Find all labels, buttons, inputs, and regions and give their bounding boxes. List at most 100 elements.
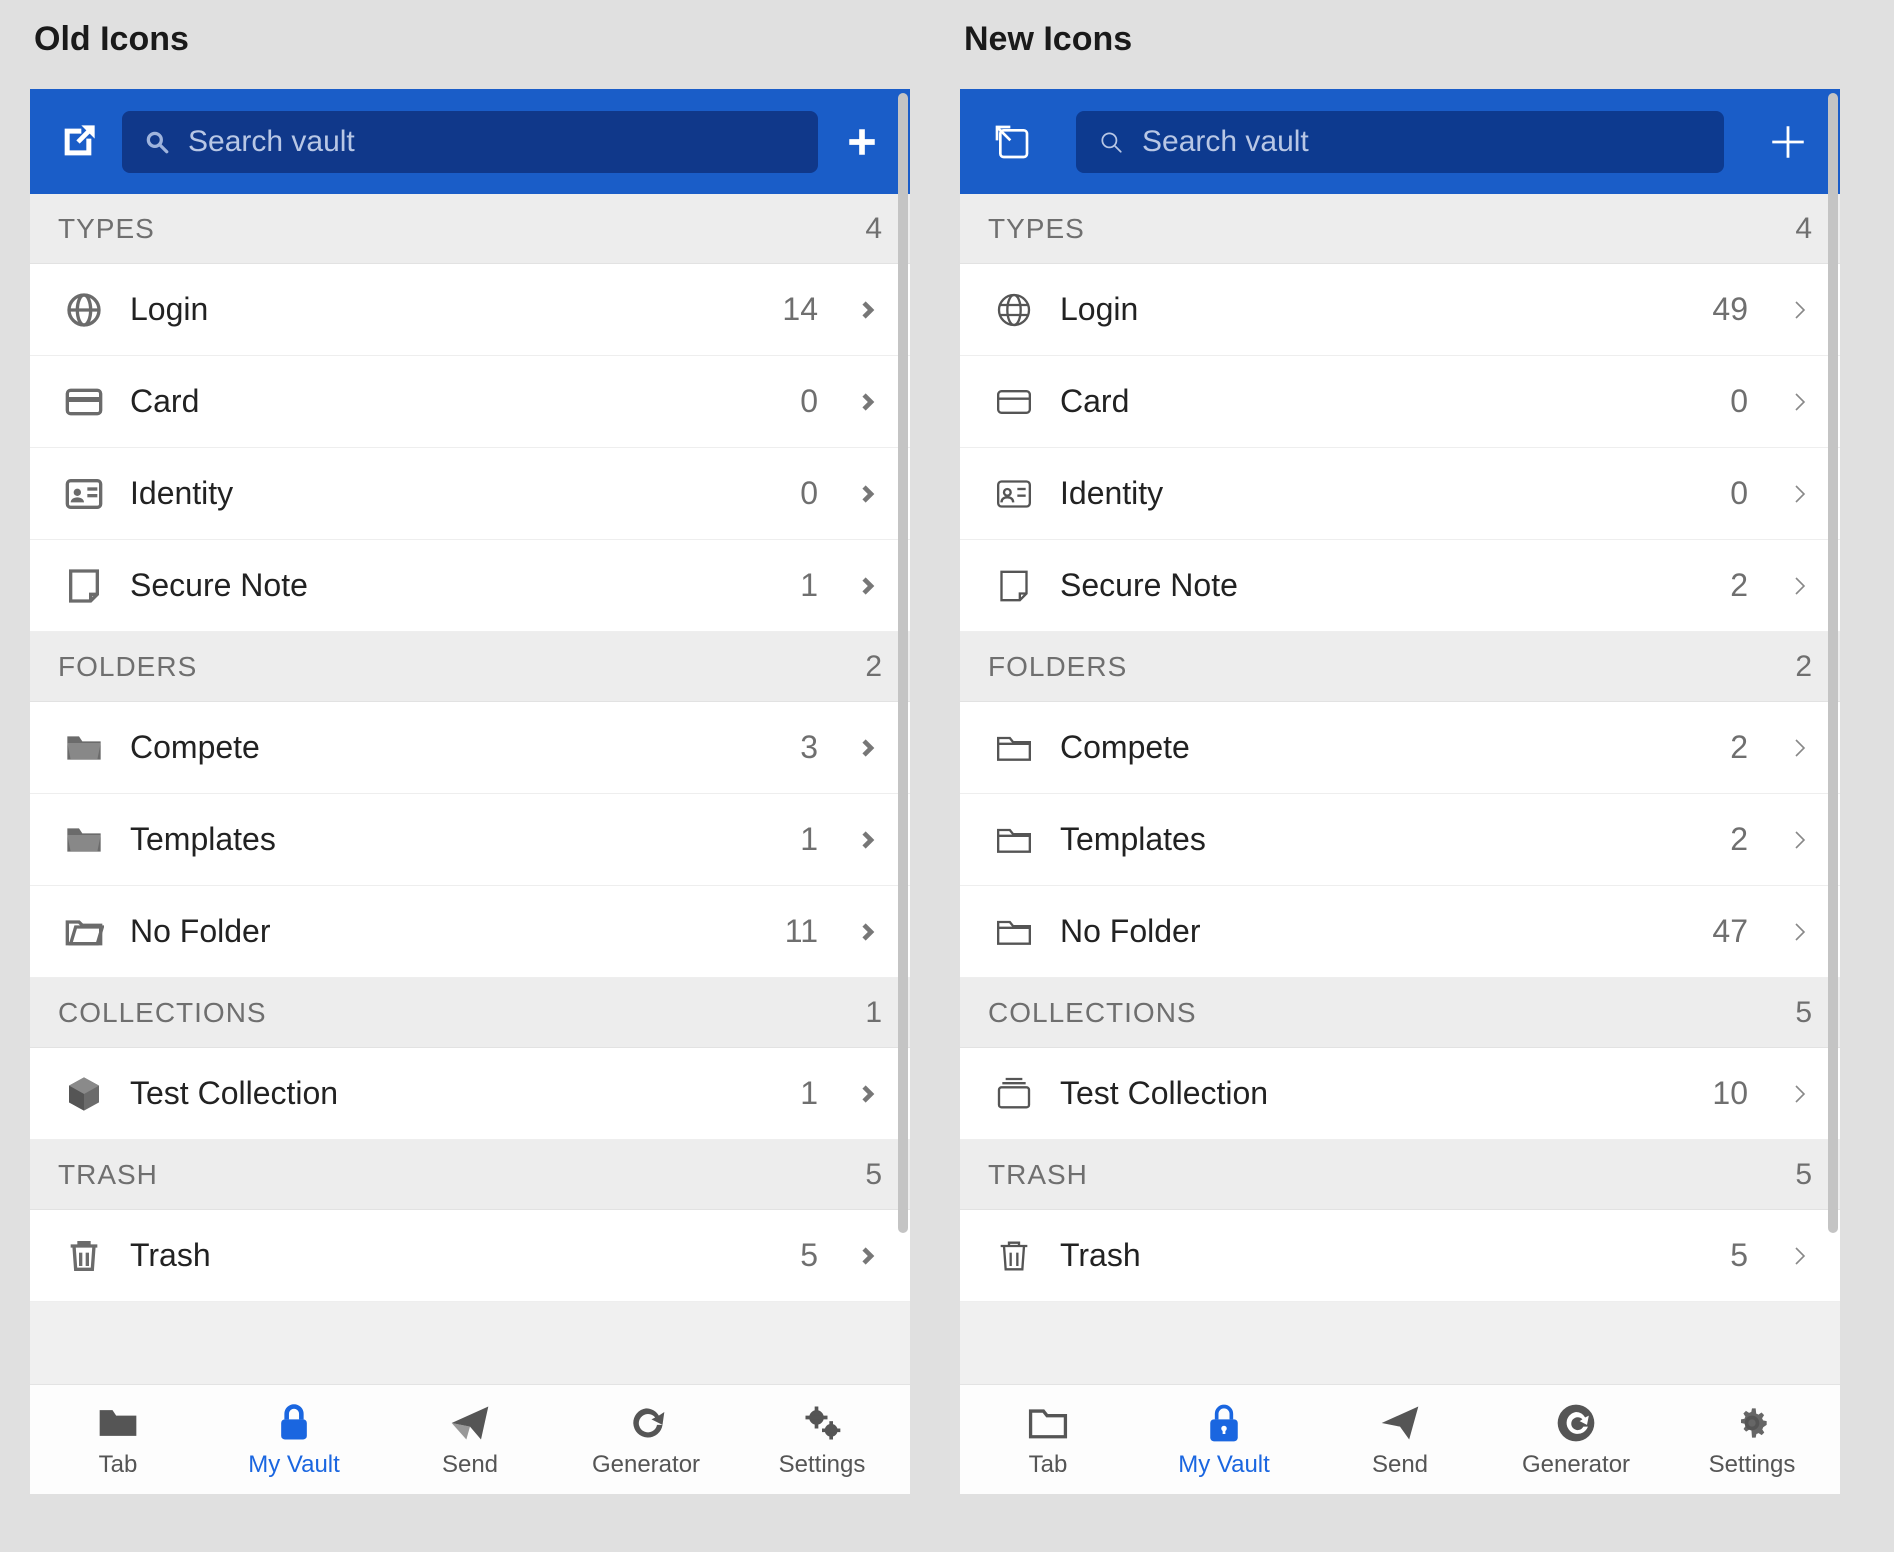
chevron-right-icon: [1780, 382, 1820, 422]
section-label: TRASH: [988, 1159, 1088, 1191]
tab-label: Settings: [779, 1451, 866, 1479]
tab-label: Generator: [1522, 1451, 1630, 1479]
popout-icon: [58, 122, 98, 162]
section-trash-header: TRASH 5: [30, 1140, 910, 1210]
plus-icon: [1767, 121, 1809, 163]
row-identity[interactable]: Identity 0: [960, 448, 1840, 540]
chevron-right-icon: [850, 820, 890, 860]
row-trash[interactable]: Trash 5: [30, 1210, 910, 1302]
row-count: 49: [1706, 291, 1756, 328]
identity-icon: [62, 472, 106, 516]
row-label: Card: [130, 383, 752, 420]
popout-button[interactable]: [54, 118, 102, 166]
row-label: Identity: [130, 475, 752, 512]
note-icon: [62, 564, 106, 608]
scrollbar[interactable]: [1828, 89, 1840, 1384]
tab-label: Tab: [99, 1451, 138, 1479]
section-count: 4: [865, 212, 882, 246]
chevron-right-icon: [850, 912, 890, 952]
row-folder-templates[interactable]: Templates 1: [30, 794, 910, 886]
row-login[interactable]: Login 14: [30, 264, 910, 356]
send-icon: [448, 1401, 492, 1445]
tab-settings[interactable]: Settings: [747, 1401, 897, 1479]
chevron-right-icon: [1780, 1074, 1820, 1114]
row-count: 11: [776, 913, 826, 950]
tab-tab[interactable]: Tab: [43, 1401, 193, 1479]
chevron-right-icon: [1780, 820, 1820, 860]
add-button[interactable]: [1764, 118, 1812, 166]
section-folders-header: FOLDERS 2: [960, 632, 1840, 702]
chevron-right-icon: [1780, 1236, 1820, 1276]
row-label: Secure Note: [1060, 567, 1682, 604]
folder-icon: [992, 726, 1036, 770]
tab-label: My Vault: [248, 1451, 340, 1479]
row-card[interactable]: Card 0: [960, 356, 1840, 448]
collection-icon: [992, 1072, 1036, 1116]
row-secure-note[interactable]: Secure Note 1: [30, 540, 910, 632]
tab-settings[interactable]: Settings: [1677, 1401, 1827, 1479]
chevron-right-icon: [1780, 728, 1820, 768]
row-count: 1: [776, 821, 826, 858]
row-label: Login: [1060, 291, 1682, 328]
row-count: 3: [776, 729, 826, 766]
row-folder-compete[interactable]: Compete 3: [30, 702, 910, 794]
tab-send[interactable]: Send: [395, 1401, 545, 1479]
folder-icon: [992, 910, 1036, 954]
globe-icon: [992, 288, 1036, 332]
scrollbar-thumb[interactable]: [1828, 93, 1838, 1233]
header-bar: [960, 89, 1840, 194]
section-types-header: TYPES 4: [30, 194, 910, 264]
tab-send[interactable]: Send: [1325, 1401, 1475, 1479]
folder-icon: [1026, 1401, 1070, 1445]
row-secure-note[interactable]: Secure Note 2: [960, 540, 1840, 632]
chevron-right-icon: [1780, 912, 1820, 952]
row-folder-templates[interactable]: Templates 2: [960, 794, 1840, 886]
row-folder-compete[interactable]: Compete 2: [960, 702, 1840, 794]
panel-title-old: Old Icons: [34, 20, 910, 59]
row-folder-none[interactable]: No Folder 47: [960, 886, 1840, 978]
plus-icon: [845, 125, 879, 159]
row-collection-test[interactable]: Test Collection 10: [960, 1048, 1840, 1140]
tab-generator[interactable]: Generator: [1501, 1401, 1651, 1479]
section-count: 5: [1795, 1158, 1812, 1192]
section-label: TYPES: [58, 213, 155, 245]
row-label: Secure Note: [130, 567, 752, 604]
row-count: 2: [1706, 729, 1756, 766]
row-count: 1: [776, 1075, 826, 1112]
scrollbar-thumb[interactable]: [898, 93, 908, 1233]
row-trash[interactable]: Trash 5: [960, 1210, 1840, 1302]
search-input[interactable]: [1142, 125, 1702, 159]
panel-new: New Icons TYPES: [960, 20, 1840, 1494]
scrollbar[interactable]: [898, 89, 910, 1384]
search-box[interactable]: [122, 111, 818, 173]
section-label: FOLDERS: [988, 651, 1127, 683]
section-types-header: TYPES 4: [960, 194, 1840, 264]
row-login[interactable]: Login 49: [960, 264, 1840, 356]
card-icon: [62, 380, 106, 424]
section-label: FOLDERS: [58, 651, 197, 683]
section-count: 2: [865, 650, 882, 684]
row-count: 2: [1706, 567, 1756, 604]
row-folder-none[interactable]: No Folder 11: [30, 886, 910, 978]
tab-vault[interactable]: My Vault: [1149, 1401, 1299, 1479]
folder-icon: [992, 818, 1036, 862]
section-collections-header: COLLECTIONS 5: [960, 978, 1840, 1048]
add-button[interactable]: [838, 118, 886, 166]
popout-button[interactable]: [988, 118, 1036, 166]
search-input[interactable]: [188, 125, 796, 159]
folder-icon: [62, 818, 106, 862]
popout-icon: [992, 122, 1032, 162]
identity-icon: [992, 472, 1036, 516]
row-identity[interactable]: Identity 0: [30, 448, 910, 540]
app-new: TYPES 4 Login 49 Card 0 Identit: [960, 89, 1840, 1494]
panel-old: Old Icons TYPES: [30, 20, 910, 1494]
row-collection-test[interactable]: Test Collection 1: [30, 1048, 910, 1140]
tab-tab[interactable]: Tab: [973, 1401, 1123, 1479]
section-trash-header: TRASH 5: [960, 1140, 1840, 1210]
tab-generator[interactable]: Generator: [571, 1401, 721, 1479]
tab-vault[interactable]: My Vault: [219, 1401, 369, 1479]
search-box[interactable]: [1076, 111, 1724, 173]
row-card[interactable]: Card 0: [30, 356, 910, 448]
row-count: 10: [1706, 1075, 1756, 1112]
chevron-right-icon: [1780, 474, 1820, 514]
